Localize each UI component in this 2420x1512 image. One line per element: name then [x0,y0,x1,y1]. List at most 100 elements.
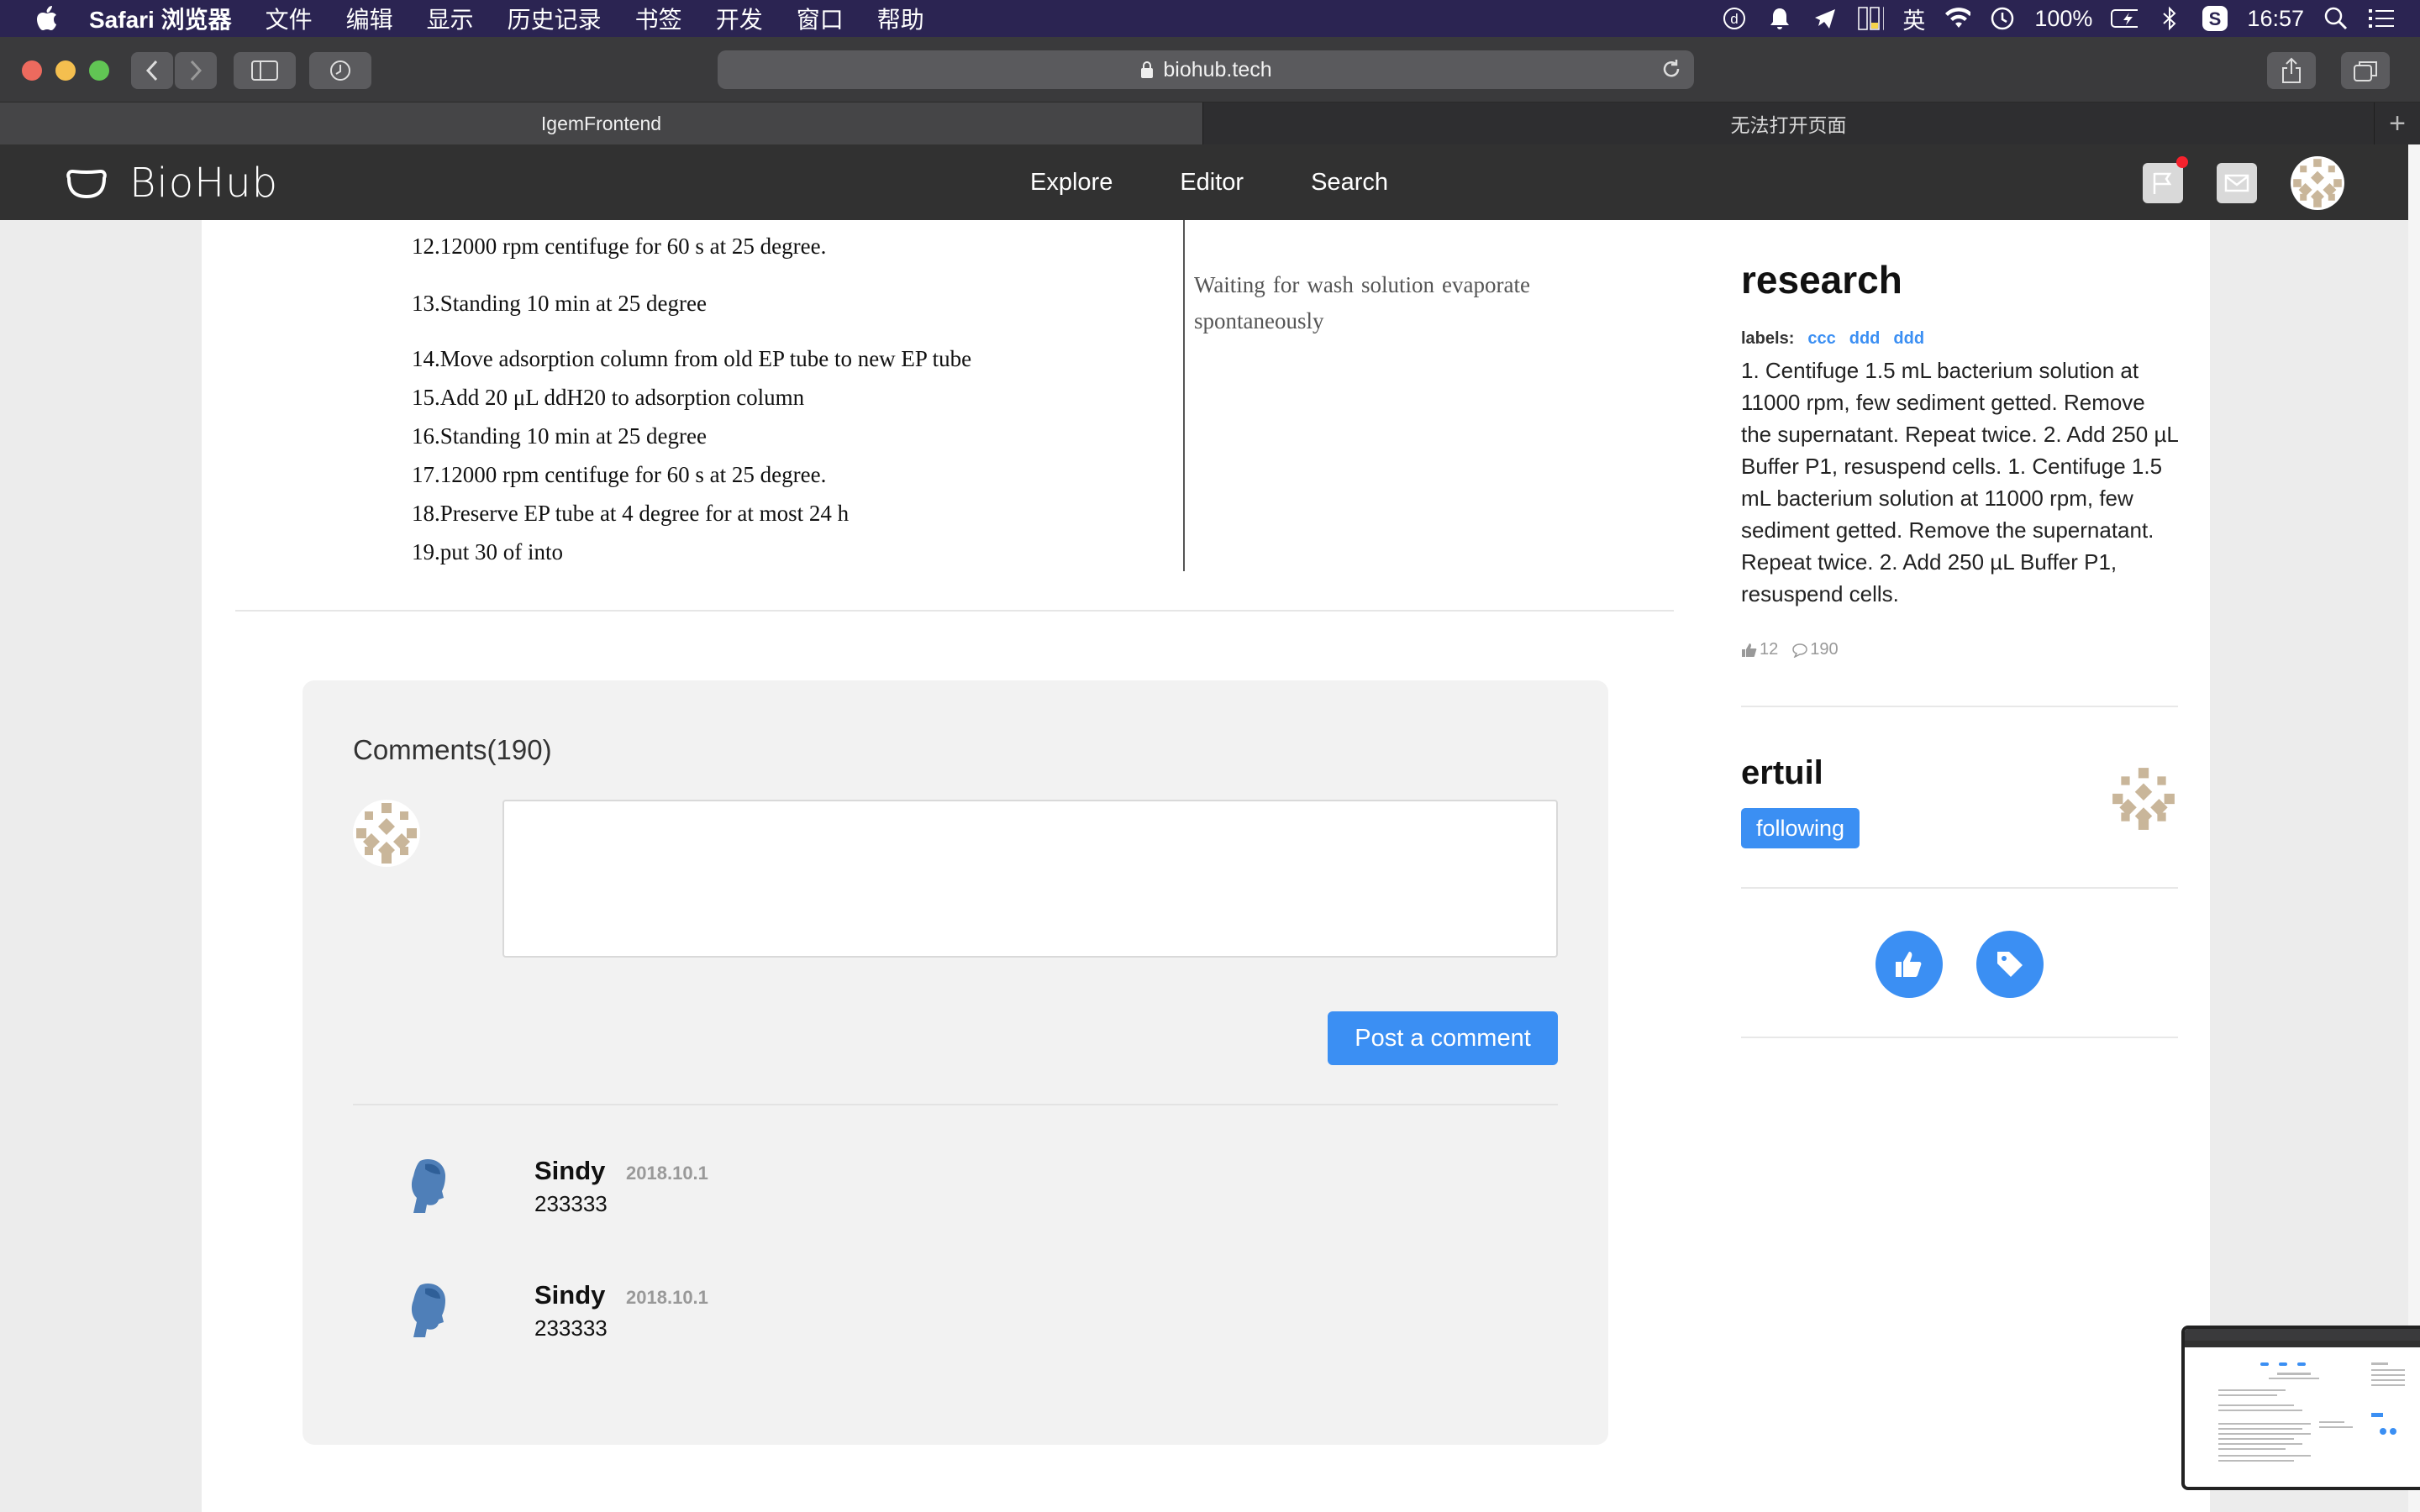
menu-window[interactable]: 窗口 [797,2,844,35]
control-list-icon[interactable] [2368,5,2395,32]
current-user-avatar [353,800,420,867]
comment-text: 233333 [534,1315,608,1341]
thumbs-up-icon [1742,643,1757,657]
protocol-step: 15.Add 20 μL ddH20 to adsorption column [412,385,805,410]
apple-icon[interactable] [35,6,59,31]
share-button[interactable] [2267,52,2316,89]
sidebar-divider [1741,1037,2178,1038]
history-button[interactable] [309,52,371,89]
author-avatar[interactable] [2109,764,2178,833]
thumbs-up-icon [1896,952,1922,977]
browser-toolbar: biohub.tech [0,37,2420,102]
svg-text:S: S [2209,8,2222,29]
tab-igemfrontend[interactable]: IgemFrontend [0,102,1203,144]
commenter-name[interactable]: Sindy 2018.10.1 [534,1280,708,1310]
user-avatar[interactable] [2291,156,2344,210]
screenshot-thumbnail[interactable] [2181,1326,2420,1490]
wifi-icon[interactable] [1944,5,1971,32]
commenter-name-text: Sindy [534,1156,606,1185]
comments-stat: 190 [1791,640,1839,659]
tab-cannot-open[interactable]: 无法打开页面 [1203,102,2375,144]
network-meter-icon [1857,5,1885,32]
chevron-right-icon [190,60,203,81]
commenter-name-text: Sindy [534,1280,606,1310]
site-navbar: BioHub Explore Editor Search [0,144,2408,220]
tab-label: 无法打开页面 [1730,114,1847,136]
sidebar-toggle-button[interactable] [234,52,296,89]
battery-icon[interactable] [2111,5,2139,32]
menu-history[interactable]: 历史记录 [508,2,602,35]
d-status-icon[interactable]: d [1721,5,1748,32]
notification-bell-icon[interactable] [1766,5,1793,32]
close-window-button[interactable] [22,60,42,81]
article-title: research [1741,258,1902,302]
label-tag[interactable]: ddd [1849,329,1881,349]
nav-explore[interactable]: Explore [1030,169,1113,197]
tab-overview-button[interactable] [2341,52,2390,89]
thumbnail-preview-image [2185,1329,2420,1462]
new-tab-plus-icon[interactable]: + [2375,102,2420,144]
battery-percent: 100% [2034,5,2093,31]
spotlight-search-icon[interactable] [2323,5,2349,32]
commenter-name[interactable]: Sindy 2018.10.1 [534,1156,708,1186]
clock-time[interactable]: 16:57 [2247,6,2304,32]
likes-count: 12 [1760,640,1779,659]
minimize-window-button[interactable] [55,60,76,81]
page-scrollbar[interactable] [2408,144,2420,1512]
address-bar[interactable]: biohub.tech [718,50,1694,89]
post-comment-button[interactable]: Post a comment [1328,1011,1558,1065]
zoom-window-button[interactable] [89,60,109,81]
biohub-logo[interactable]: BioHub [66,160,278,207]
protocol-step: 18.Preserve EP tube at 4 degree for at m… [412,501,850,526]
following-button[interactable]: following [1741,808,1860,848]
like-button[interactable] [1876,931,1943,998]
notification-dot [2176,156,2188,168]
tag-button[interactable] [1976,931,2044,998]
flag-icon [2153,172,2172,194]
menu-help[interactable]: 帮助 [877,2,924,35]
labels-heading: labels: [1741,329,1795,348]
app-s-icon[interactable]: S [2202,5,2228,32]
tabs-icon [2354,61,2377,81]
menu-app-name[interactable]: Safari 浏览器 [89,2,232,35]
logo-text: BioHub [129,160,279,207]
label-tag[interactable]: ccc [1807,329,1835,349]
time-machine-icon[interactable] [1989,5,2016,32]
comment-input[interactable] [502,800,1558,958]
back-button[interactable] [131,52,173,89]
sidebar-divider [1741,706,2178,707]
input-method-indicator[interactable]: 英 [1902,3,1925,35]
author-name[interactable]: ertuil [1741,754,1823,792]
protocol-step: 13.Standing 10 min at 25 degree [412,291,707,316]
bluetooth-icon[interactable] [2156,5,2183,32]
forward-button[interactable] [175,52,217,89]
commenter-avatar[interactable] [395,1277,462,1344]
notifications-button[interactable] [2143,156,2188,203]
menu-file[interactable]: 文件 [266,2,313,35]
protocol-step: 19.put 30 of into [412,539,563,564]
chevron-left-icon [145,60,158,81]
menu-bookmarks[interactable]: 书签 [635,2,682,35]
paper-plane-icon[interactable] [1812,5,1839,32]
sidebar-divider [1741,887,2178,889]
labels-row: labels: ccc ddd ddd [1741,329,1924,349]
menu-view[interactable]: 显示 [427,2,474,35]
comment-date: 2018.10.1 [626,1163,708,1184]
protocol-step: 12.12000 rpm centifuge for 60 s at 25 de… [412,234,827,259]
commenter-avatar[interactable] [395,1152,462,1220]
reload-icon[interactable] [1660,58,1682,86]
messages-button[interactable] [2217,163,2257,203]
menu-edit[interactable]: 编辑 [346,2,393,35]
share-icon [2282,57,2301,83]
nav-search[interactable]: Search [1311,169,1388,197]
article-stats: 12 190 [1741,640,1839,659]
comment-bubble-icon [1792,643,1808,658]
likes-stat: 12 [1741,640,1778,659]
macos-menu-bar: Safari 浏览器 文件 编辑 显示 历史记录 书签 开发 窗口 帮助 d 英… [0,0,2420,37]
biohub-logo-icon [66,169,107,199]
svg-text:d: d [1731,11,1739,27]
nav-editor[interactable]: Editor [1180,169,1244,197]
label-tag[interactable]: ddd [1893,329,1924,349]
lock-icon [1141,61,1154,78]
menu-develop[interactable]: 开发 [716,2,763,35]
